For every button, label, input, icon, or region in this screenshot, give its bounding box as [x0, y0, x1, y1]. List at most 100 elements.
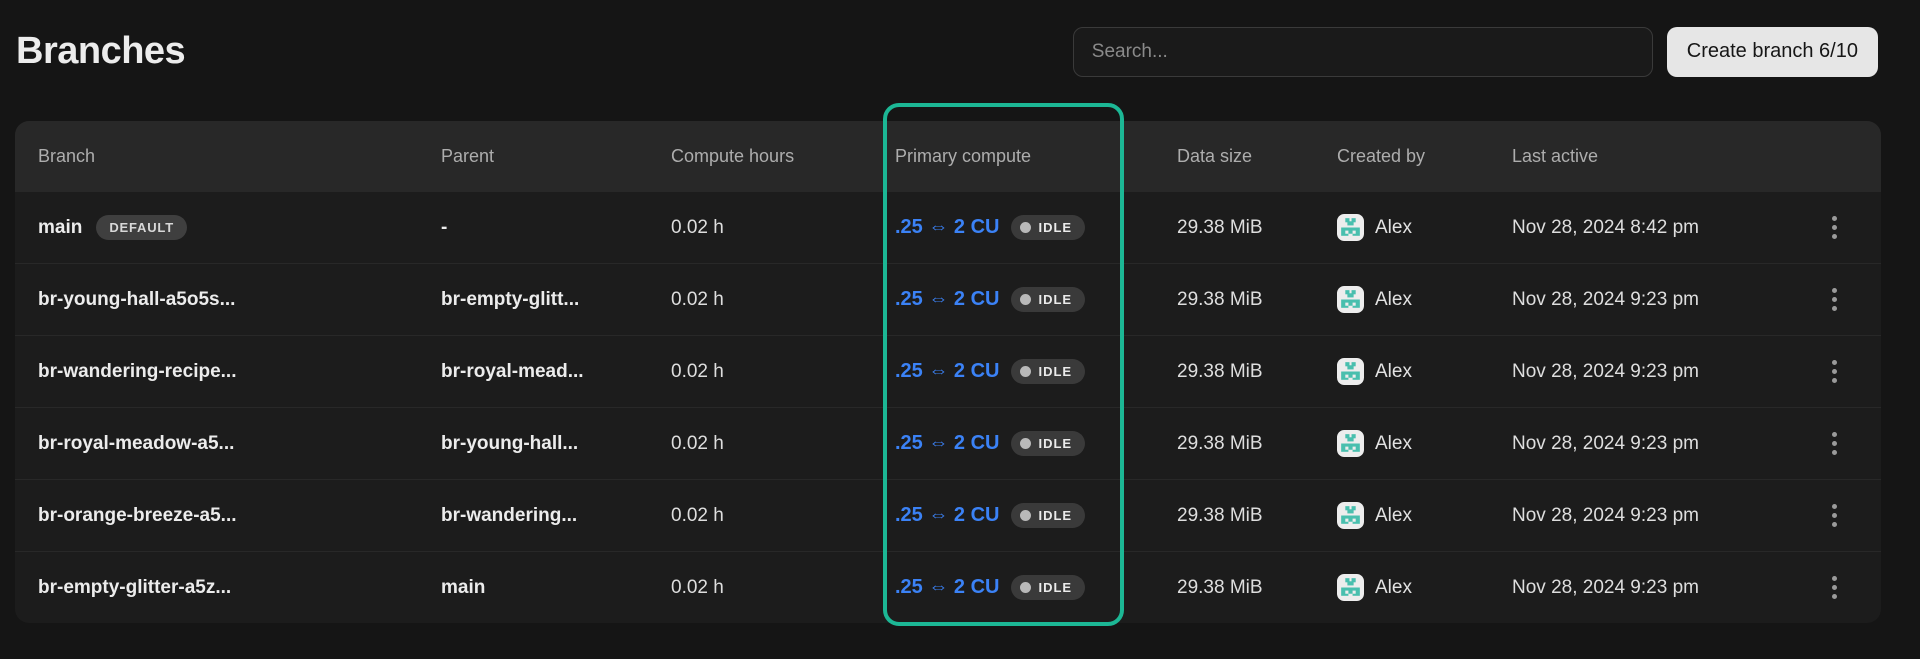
last-active-value: Nov 28, 2024 8:42 pm: [1512, 217, 1699, 239]
table-row[interactable]: br-orange-breeze-a5... br-wandering... 0…: [15, 479, 1881, 551]
compute-hours-value: 0.02 h: [671, 505, 724, 527]
creator-name: Alex: [1375, 433, 1412, 455]
column-header-parent: Parent: [441, 146, 671, 167]
status-badge: IDLE: [1011, 503, 1085, 528]
compute-size-value: .25 ⇔ 2 CU: [895, 216, 999, 239]
created-by-cell: Alex: [1337, 430, 1512, 457]
table-row[interactable]: br-wandering-recipe... br-royal-mead... …: [15, 335, 1881, 407]
compute-hours-value: 0.02 h: [671, 433, 724, 455]
created-by-cell: Alex: [1337, 574, 1512, 601]
idle-status-dot-icon: [1020, 438, 1031, 449]
table-row[interactable]: br-royal-meadow-a5... br-young-hall... 0…: [15, 407, 1881, 479]
creator-name: Alex: [1375, 217, 1412, 239]
user-avatar-identicon: [1337, 286, 1364, 313]
primary-compute-cell: .25 ⇔ 2 CU IDLE: [895, 431, 1177, 456]
compute-hours-value: 0.02 h: [671, 289, 724, 311]
status-label: IDLE: [1038, 509, 1072, 522]
column-header-created-by: Created by: [1337, 146, 1512, 167]
created-by-cell: Alex: [1337, 286, 1512, 313]
status-badge: IDLE: [1011, 287, 1085, 312]
compute-size-value: .25 ⇔ 2 CU: [895, 504, 999, 527]
branch-name[interactable]: br-royal-meadow-a5...: [38, 433, 234, 455]
data-size-value: 29.38 MiB: [1177, 577, 1263, 599]
row-actions-kebab-icon[interactable]: [1826, 210, 1843, 245]
compute-hours-value: 0.02 h: [671, 577, 724, 599]
branch-name[interactable]: br-orange-breeze-a5...: [38, 505, 237, 527]
last-active-value: Nov 28, 2024 9:23 pm: [1512, 433, 1699, 455]
status-badge: IDLE: [1011, 431, 1085, 456]
primary-compute-cell: .25 ⇔ 2 CU IDLE: [895, 287, 1177, 312]
topbar: Branches Create branch 6/10: [0, 0, 1920, 78]
parent-name: br-royal-mead...: [441, 361, 584, 383]
created-by-cell: Alex: [1337, 214, 1512, 241]
primary-compute-cell: .25 ⇔ 2 CU IDLE: [895, 215, 1177, 240]
compute-size-value: .25 ⇔ 2 CU: [895, 432, 999, 455]
status-label: IDLE: [1038, 581, 1072, 594]
table-row[interactable]: br-young-hall-a5o5s... br-empty-glitt...…: [15, 263, 1881, 335]
last-active-value: Nov 28, 2024 9:23 pm: [1512, 289, 1699, 311]
parent-name: br-wandering...: [441, 505, 577, 527]
primary-compute-cell: .25 ⇔ 2 CU IDLE: [895, 575, 1177, 600]
status-label: IDLE: [1038, 221, 1072, 234]
idle-status-dot-icon: [1020, 294, 1031, 305]
column-header-primary-compute: Primary compute: [895, 146, 1177, 167]
created-by-cell: Alex: [1337, 502, 1512, 529]
idle-status-dot-icon: [1020, 222, 1031, 233]
created-by-cell: Alex: [1337, 358, 1512, 385]
user-avatar-identicon: [1337, 214, 1364, 241]
status-label: IDLE: [1038, 365, 1072, 378]
data-size-value: 29.38 MiB: [1177, 505, 1263, 527]
row-actions-kebab-icon[interactable]: [1826, 570, 1843, 605]
data-size-value: 29.38 MiB: [1177, 289, 1263, 311]
parent-name: main: [441, 577, 485, 599]
idle-status-dot-icon: [1020, 366, 1031, 377]
branch-name[interactable]: br-empty-glitter-a5z...: [38, 577, 231, 599]
primary-compute-cell: .25 ⇔ 2 CU IDLE: [895, 359, 1177, 384]
page-title: Branches: [16, 30, 185, 73]
row-actions-kebab-icon[interactable]: [1826, 354, 1843, 389]
creator-name: Alex: [1375, 577, 1412, 599]
idle-status-dot-icon: [1020, 510, 1031, 521]
status-badge: IDLE: [1011, 359, 1085, 384]
data-size-value: 29.38 MiB: [1177, 361, 1263, 383]
branch-cell: main DEFAULT: [38, 215, 441, 240]
branch-name[interactable]: br-wandering-recipe...: [38, 361, 236, 383]
status-badge: IDLE: [1011, 215, 1085, 240]
default-badge: DEFAULT: [96, 215, 187, 240]
create-branch-button[interactable]: Create branch 6/10: [1667, 27, 1878, 77]
creator-name: Alex: [1375, 505, 1412, 527]
last-active-value: Nov 28, 2024 9:23 pm: [1512, 577, 1699, 599]
column-header-branch: Branch: [38, 146, 441, 167]
status-label: IDLE: [1038, 437, 1072, 450]
compute-size-value: .25 ⇔ 2 CU: [895, 288, 999, 311]
branch-name[interactable]: main: [38, 217, 82, 239]
user-avatar-identicon: [1337, 358, 1364, 385]
row-actions-kebab-icon[interactable]: [1826, 282, 1843, 317]
compute-hours-value: 0.02 h: [671, 361, 724, 383]
last-active-value: Nov 28, 2024 9:23 pm: [1512, 505, 1699, 527]
creator-name: Alex: [1375, 361, 1412, 383]
primary-compute-cell: .25 ⇔ 2 CU IDLE: [895, 503, 1177, 528]
column-header-last-active: Last active: [1512, 146, 1810, 167]
idle-status-dot-icon: [1020, 582, 1031, 593]
row-actions-kebab-icon[interactable]: [1826, 426, 1843, 461]
compute-hours-value: 0.02 h: [671, 217, 724, 239]
creator-name: Alex: [1375, 289, 1412, 311]
data-size-value: 29.38 MiB: [1177, 433, 1263, 455]
table-row[interactable]: main DEFAULT - 0.02 h .25 ⇔ 2 CU IDLE 29…: [15, 191, 1881, 263]
parent-name: -: [441, 217, 447, 239]
row-actions-kebab-icon[interactable]: [1826, 498, 1843, 533]
last-active-value: Nov 28, 2024 9:23 pm: [1512, 361, 1699, 383]
table-header-row: Branch Parent Compute hours Primary comp…: [15, 121, 1881, 191]
branch-name[interactable]: br-young-hall-a5o5s...: [38, 289, 235, 311]
user-avatar-identicon: [1337, 502, 1364, 529]
compute-size-value: .25 ⇔ 2 CU: [895, 576, 999, 599]
status-badge: IDLE: [1011, 575, 1085, 600]
data-size-value: 29.38 MiB: [1177, 217, 1263, 239]
column-header-data-size: Data size: [1177, 146, 1337, 167]
branches-table: Branch Parent Compute hours Primary comp…: [15, 121, 1881, 623]
search-input[interactable]: [1073, 27, 1653, 77]
table-row[interactable]: br-empty-glitter-a5z... main 0.02 h .25 …: [15, 551, 1881, 623]
column-header-compute-hours: Compute hours: [671, 146, 895, 167]
parent-name: br-young-hall...: [441, 433, 578, 455]
